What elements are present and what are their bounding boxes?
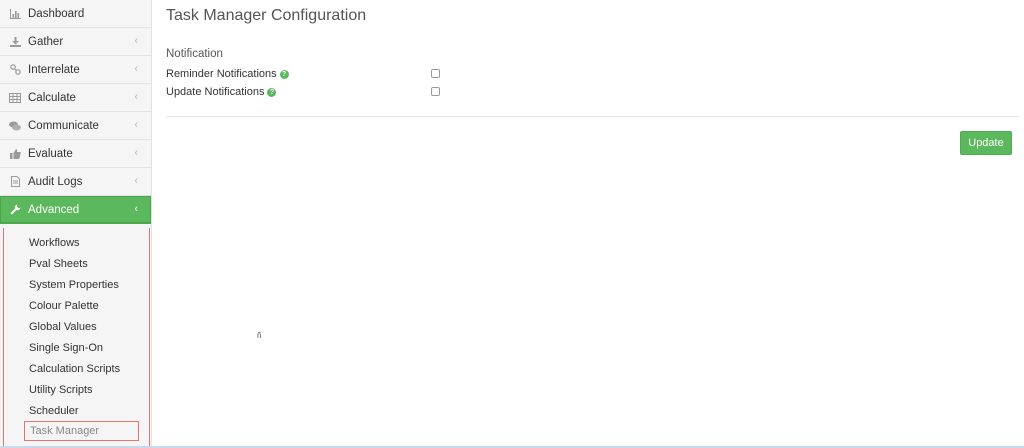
bar-chart-icon xyxy=(8,7,22,21)
sidebar-item-evaluate[interactable]: Evaluate ‹ xyxy=(0,140,151,168)
sidebar-item-audit-logs[interactable]: Audit Logs ‹ xyxy=(0,168,151,196)
chevron-left-icon: ‹ xyxy=(134,203,138,215)
advanced-submenu: Workflows Pval Sheets System Properties … xyxy=(3,228,150,448)
submenu-item-task-manager[interactable]: Task Manager xyxy=(24,421,139,441)
submenu-item-single-sign-on[interactable]: Single Sign-On xyxy=(4,337,149,358)
reminder-notifications-checkbox[interactable] xyxy=(431,69,440,78)
submenu-item-system-properties[interactable]: System Properties xyxy=(4,274,149,295)
sidebar: Dashboard Gather ‹ Interrelate ‹ Calcula… xyxy=(0,0,152,448)
sidebar-item-interrelate[interactable]: Interrelate ‹ xyxy=(0,56,151,84)
submenu-item-pval-sheets[interactable]: Pval Sheets xyxy=(4,253,149,274)
divider xyxy=(166,116,1019,117)
chevron-left-icon: ‹ xyxy=(134,35,138,47)
section-label-notification: Notification xyxy=(166,48,223,60)
sidebar-item-label: Communicate xyxy=(28,119,99,132)
chevron-left-icon: ‹ xyxy=(134,91,138,103)
sidebar-item-calculate[interactable]: Calculate ‹ xyxy=(0,84,151,112)
main-content: Task Manager Configuration Notification … xyxy=(152,0,1024,448)
sidebar-item-label: Calculate xyxy=(28,91,76,104)
sidebar-item-label: Gather xyxy=(28,35,64,48)
submenu-item-calculation-scripts[interactable]: Calculation Scripts xyxy=(4,358,149,379)
chevron-left-icon: ‹ xyxy=(134,63,138,75)
update-button[interactable]: Update xyxy=(960,131,1012,155)
document-icon xyxy=(8,175,22,189)
comments-icon xyxy=(8,119,22,133)
sidebar-item-label: Audit Logs xyxy=(28,175,83,188)
sidebar-item-label: Evaluate xyxy=(28,147,73,160)
update-notifications-checkbox[interactable] xyxy=(431,87,440,96)
submenu-item-scheduler[interactable]: Scheduler xyxy=(4,400,149,421)
table-icon xyxy=(8,91,22,105)
chevron-left-icon: ‹ xyxy=(134,119,138,131)
sidebar-item-label: Advanced xyxy=(28,203,80,216)
sidebar-item-gather[interactable]: Gather ‹ xyxy=(0,28,151,56)
setting-row-update: Update Notifications ? xyxy=(166,85,277,99)
setting-label: Update Notifications xyxy=(166,86,265,98)
submenu-item-global-values[interactable]: Global Values xyxy=(4,316,149,337)
sidebar-item-dashboard[interactable]: Dashboard xyxy=(0,0,151,28)
submenu-item-colour-palette[interactable]: Colour Palette xyxy=(4,295,149,316)
wrench-icon xyxy=(8,203,22,217)
stray-text-mark: ñ xyxy=(257,331,262,340)
help-icon[interactable]: ? xyxy=(267,87,277,97)
app-window: Dashboard Gather ‹ Interrelate ‹ Calcula… xyxy=(0,0,1024,448)
sidebar-item-label: Interrelate xyxy=(28,63,80,76)
chevron-left-icon: ‹ xyxy=(134,175,138,187)
page-title: Task Manager Configuration xyxy=(166,7,367,24)
sidebar-item-communicate[interactable]: Communicate ‹ xyxy=(0,112,151,140)
submenu-item-workflows[interactable]: Workflows xyxy=(4,232,149,253)
sidebar-item-label: Dashboard xyxy=(28,7,85,20)
thumbs-up-icon xyxy=(8,147,22,161)
help-icon[interactable]: ? xyxy=(279,69,289,79)
download-icon xyxy=(8,35,22,49)
sidebar-item-advanced[interactable]: Advanced ‹ xyxy=(0,196,151,224)
chevron-left-icon: ‹ xyxy=(134,147,138,159)
submenu-item-utility-scripts[interactable]: Utility Scripts xyxy=(4,379,149,400)
link-icon xyxy=(8,63,22,77)
setting-row-reminder: Reminder Notifications ? xyxy=(166,67,289,81)
setting-label: Reminder Notifications xyxy=(166,68,277,80)
